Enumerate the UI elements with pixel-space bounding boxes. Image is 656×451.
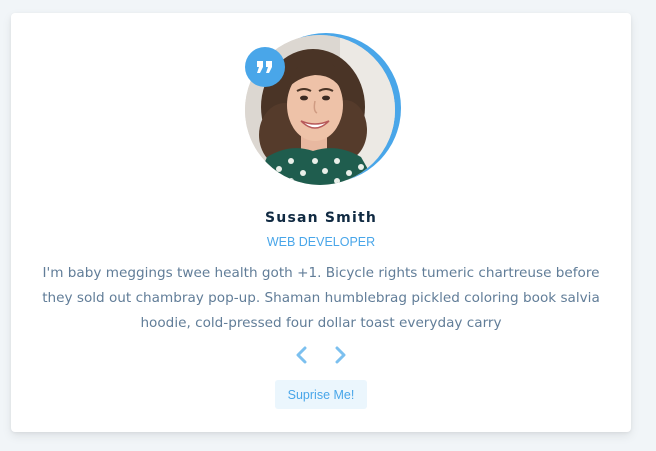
chevron-left-icon [296, 346, 307, 364]
chevron-right-icon [335, 346, 346, 364]
prev-button[interactable] [289, 343, 313, 367]
job-title: WEB DEVELOPER [266, 235, 376, 249]
review-card: Susan Smith WEB DEVELOPER I'm baby meggi… [11, 13, 631, 432]
next-button[interactable] [329, 343, 353, 367]
review-text: I'm baby meggings twee health goth +1. B… [42, 265, 600, 331]
person-image-container [245, 33, 401, 185]
author-name: Susan Smith [265, 210, 377, 226]
quote-icon [245, 47, 285, 87]
surprise-button[interactable]: Suprise Me! [275, 380, 367, 409]
navigation-buttons [11, 343, 631, 367]
